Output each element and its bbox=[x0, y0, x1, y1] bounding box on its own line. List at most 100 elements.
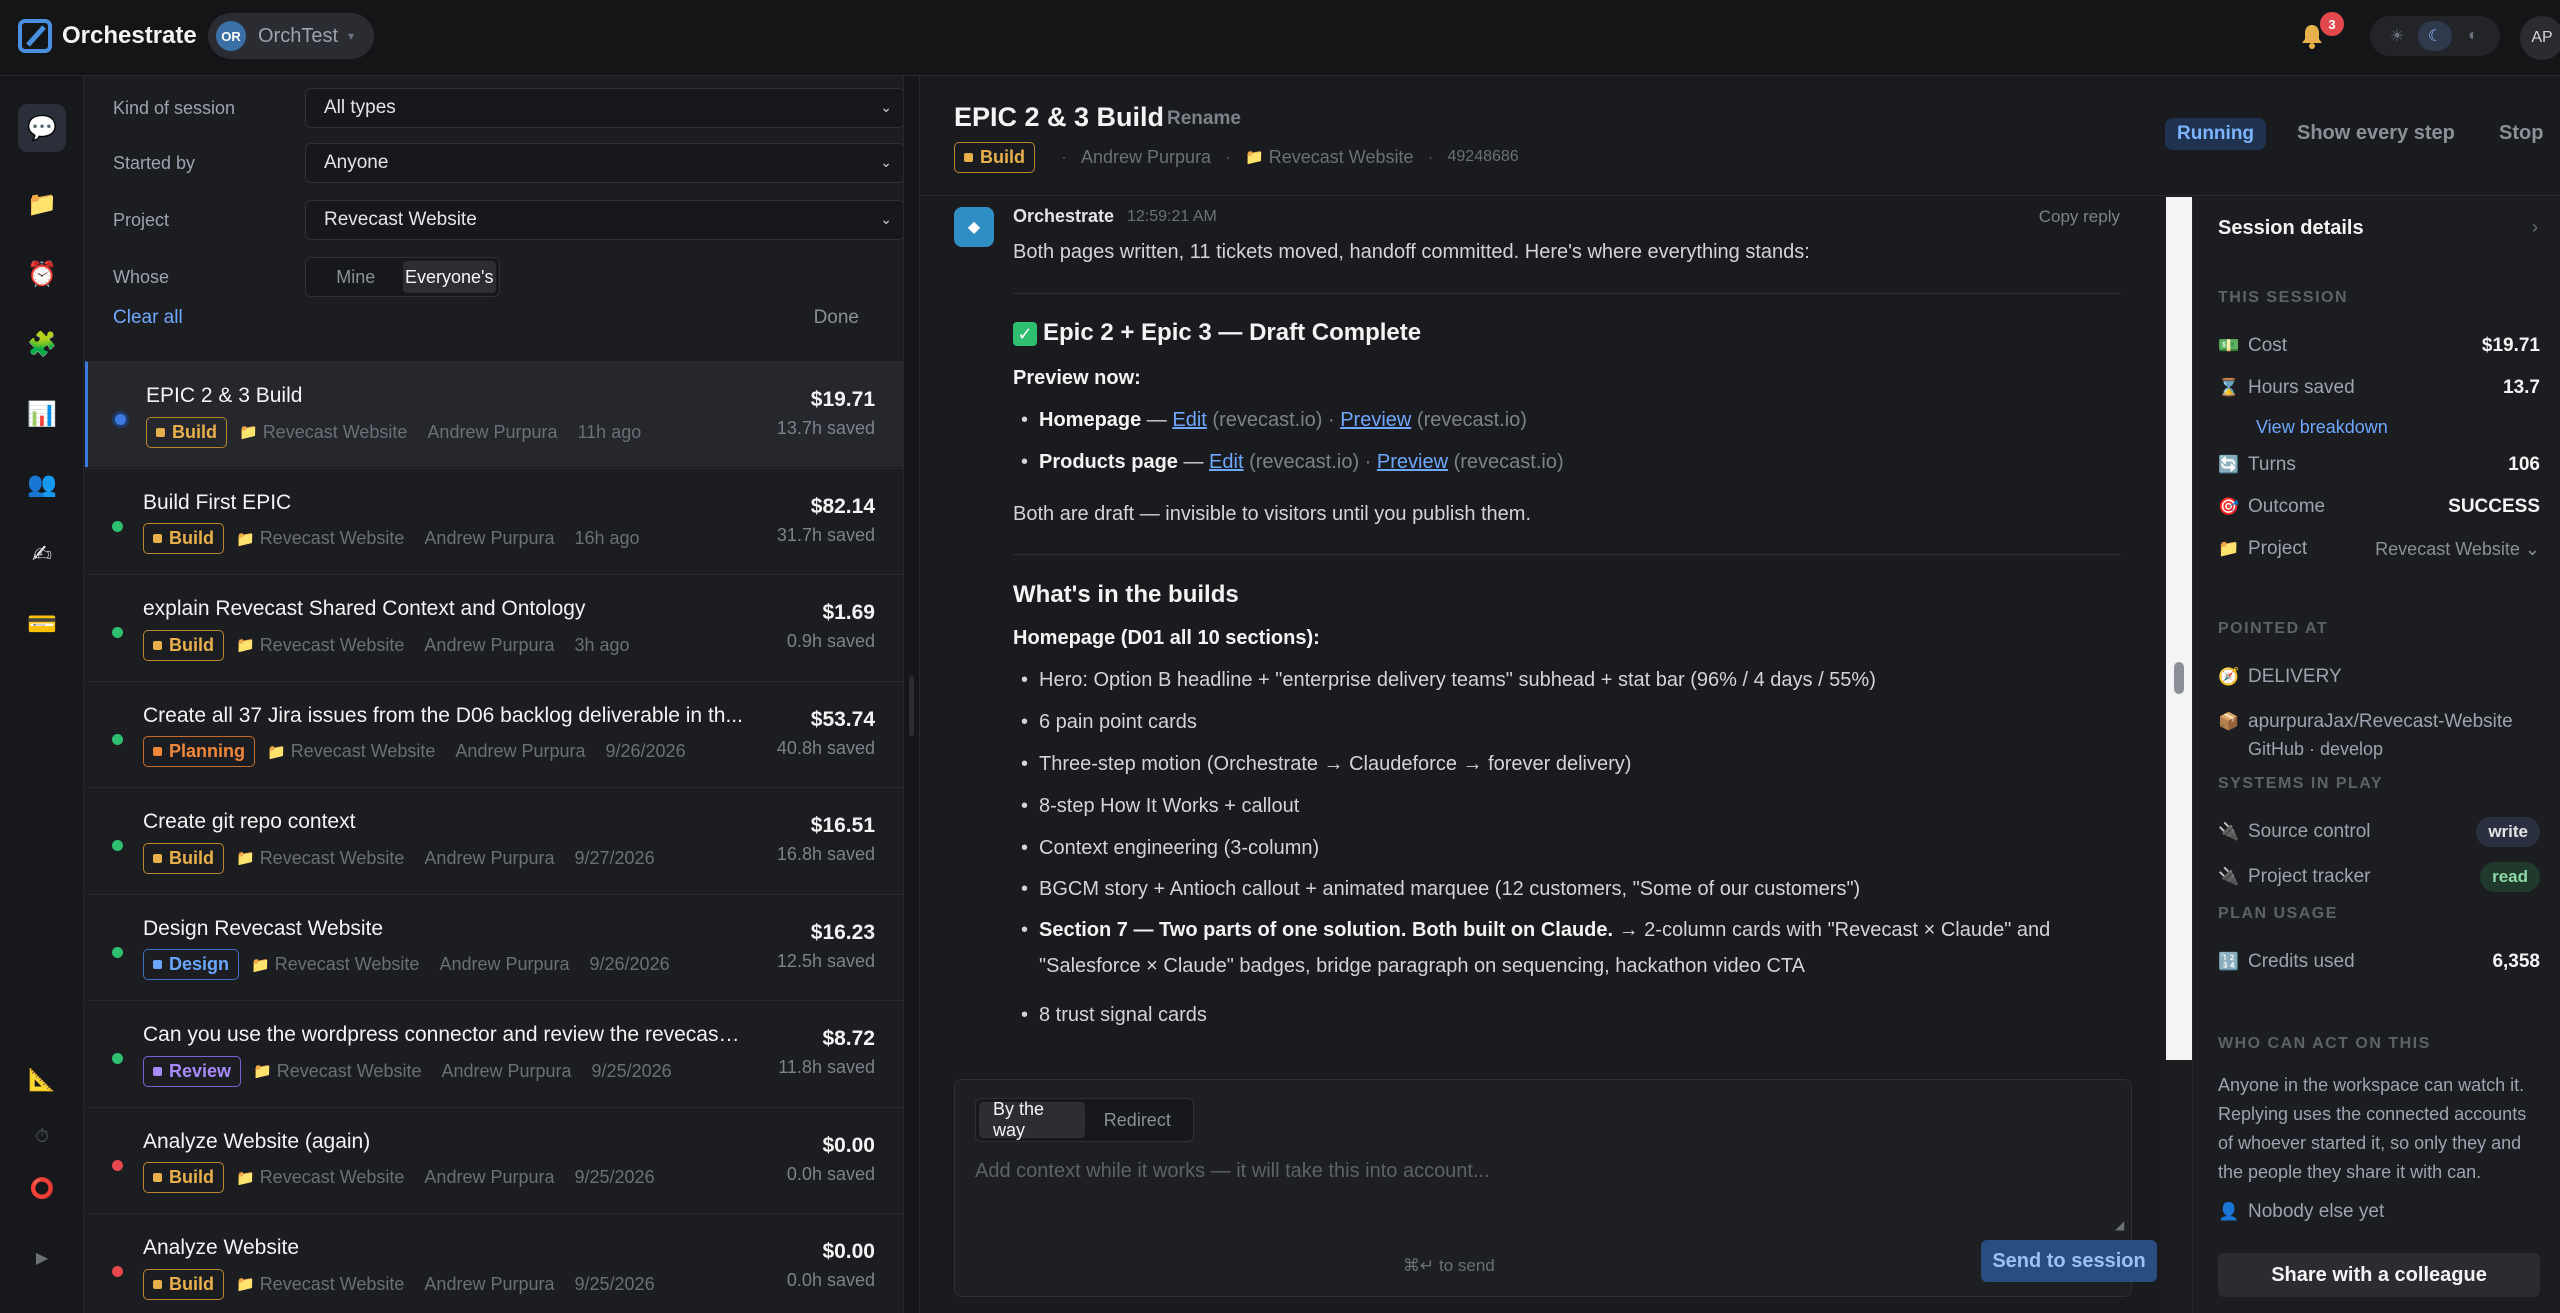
done-button[interactable]: Done bbox=[814, 307, 859, 329]
projects-folder-icon[interactable]: 📁 bbox=[18, 180, 66, 228]
meta-separator: · bbox=[1061, 146, 1067, 167]
chevron-down-icon: ⌄ bbox=[880, 99, 892, 115]
session-row-meta: Build 📁 Revecast Website Andrew Purpura 9/25… bbox=[143, 1162, 655, 1194]
session-type-label: Build bbox=[169, 634, 214, 655]
show-every-step-button[interactable]: Show every step bbox=[2297, 122, 2455, 145]
session-row-cost: $0.00 bbox=[822, 1133, 875, 1157]
help-lifebuoy-icon[interactable]: ⭕ bbox=[18, 1164, 66, 1212]
session-row[interactable]: Build First EPIC Build 📁 Revecast Website An… bbox=[85, 467, 903, 574]
chat-scrollbar-thumb[interactable] bbox=[2174, 662, 2184, 694]
session-row[interactable]: Can you use the wordpress connector and … bbox=[85, 1000, 903, 1106]
auto-theme-icon[interactable]: ◐ bbox=[2456, 21, 2490, 51]
section7-bold: Section 7 — Two parts of one solution. B… bbox=[1039, 919, 1614, 941]
delivery-row: 🧭 DELIVERY bbox=[2218, 662, 2540, 692]
session-row[interactable]: explain Revecast Shared Context and Onto… bbox=[85, 574, 903, 680]
chevron-right-icon[interactable]: › bbox=[2532, 217, 2538, 238]
view-breakdown-link[interactable]: View breakdown bbox=[2256, 417, 2388, 438]
session-main: EPIC 2 & 3 Build Rename Build · Andrew P… bbox=[921, 76, 2560, 1313]
session-row[interactable]: EPIC 2 & 3 Build Build 📁 Revecast Website An… bbox=[85, 361, 903, 467]
read-permission-badge: read bbox=[2480, 862, 2540, 892]
money-icon: 💵 bbox=[2218, 336, 2240, 355]
tag-square-icon bbox=[153, 1066, 162, 1076]
session-row-saved: 12.5h saved bbox=[776, 950, 875, 971]
session-row[interactable]: Design Revecast Website Design 📁 Revecast W… bbox=[85, 893, 903, 1000]
send-to-session-button[interactable]: Send to session bbox=[1981, 1240, 2157, 1282]
homepage-edit-link[interactable]: Edit bbox=[1172, 409, 1206, 431]
composer-input[interactable] bbox=[975, 1160, 2105, 1230]
homepage-preview-link[interactable]: Preview bbox=[1340, 409, 1411, 431]
splitter-grip[interactable] bbox=[909, 676, 914, 736]
status-dot bbox=[112, 840, 123, 851]
sessions-chat-icon[interactable]: 💬 bbox=[18, 104, 66, 152]
ruler-triangle-icon[interactable]: 📐 bbox=[18, 1056, 66, 1104]
schedules-clock-icon[interactable]: ⏰ bbox=[18, 250, 66, 298]
repo-branch: GitHub · develop bbox=[2248, 739, 2384, 759]
turns-value: 106 bbox=[2508, 454, 2540, 475]
project-select[interactable]: Revecast Website ⌄ bbox=[305, 200, 903, 240]
status-dot bbox=[112, 1053, 123, 1064]
products-preview-link[interactable]: Preview bbox=[1377, 451, 1448, 473]
whose-everyone-button[interactable]: Everyone's bbox=[402, 261, 496, 293]
session-row-meta: Build 📁 Revecast Website Andrew Purpura 9/25… bbox=[143, 1268, 655, 1300]
session-row[interactable]: Create all 37 Jira issues from the D06 b… bbox=[85, 680, 903, 787]
session-project[interactable]: Revecast Website bbox=[1269, 147, 1414, 168]
clear-all-link[interactable]: Clear all bbox=[113, 307, 183, 329]
chat-scrollbar-track[interactable] bbox=[2166, 197, 2192, 1060]
whose-mine-button[interactable]: Mine bbox=[309, 261, 403, 293]
analytics-chart-icon[interactable]: 📊 bbox=[18, 390, 66, 438]
session-row[interactable]: Analyze Website Build 📁 Revecast Website And… bbox=[85, 1213, 903, 1313]
products-edit-link[interactable]: Edit bbox=[1209, 451, 1243, 473]
panel-splitter[interactable] bbox=[903, 76, 920, 1313]
kind-select[interactable]: All types ⌄ bbox=[305, 88, 903, 128]
session-row[interactable]: Analyze Website (again) Build 📁 Revecast We… bbox=[85, 1106, 903, 1213]
session-row-owner: Andrew Purpura bbox=[424, 1273, 555, 1294]
resize-grip-icon[interactable]: ◢ bbox=[2115, 1218, 2124, 1232]
message-heading-builds: What's in the builds bbox=[1013, 581, 1239, 608]
homepage-bullet: Homepage — Edit (revecast.io) · Preview … bbox=[1021, 409, 1527, 432]
repo-row[interactable]: 📦 apurpuraJax/Revecast-Website bbox=[2218, 707, 2540, 737]
signatures-pen-icon[interactable]: ✍ bbox=[18, 530, 66, 578]
composer-mode-segmented: By the way Redirect bbox=[975, 1098, 1195, 1142]
app-title[interactable]: Orchestrate bbox=[62, 22, 197, 50]
orchestrate-logo-icon[interactable] bbox=[18, 19, 52, 53]
workspace-switcher[interactable]: OR OrchTest ▾ bbox=[208, 13, 374, 59]
domain-note: (revecast.io) bbox=[1453, 451, 1564, 473]
session-row-cost: $16.23 bbox=[810, 920, 875, 944]
project-select[interactable]: Revecast Website ⌄ bbox=[2375, 539, 2540, 560]
list-item: Hero: Option B headline + "enterprise de… bbox=[1021, 669, 1876, 692]
session-row-cost: $1.69 bbox=[822, 601, 875, 624]
dark-theme-icon[interactable]: ☾ bbox=[2418, 21, 2452, 51]
integrations-puzzle-icon[interactable]: 🧩 bbox=[18, 320, 66, 368]
expand-rail-icon[interactable]: ▶ bbox=[18, 1234, 66, 1282]
rename-button[interactable]: Rename bbox=[1167, 108, 1241, 130]
tag-square-icon bbox=[153, 640, 162, 650]
hours-value: 13.7 bbox=[2503, 377, 2540, 398]
session-row-project: Revecast Website bbox=[259, 1273, 405, 1294]
timer-icon[interactable]: ⏱ bbox=[18, 1112, 66, 1160]
team-users-icon[interactable]: 👥 bbox=[18, 460, 66, 508]
session-row[interactable]: Create git repo context Build 📁 Revecast We… bbox=[85, 787, 903, 893]
started-by-select[interactable]: Anyone ⌄ bbox=[305, 143, 903, 183]
status-dot bbox=[112, 733, 123, 745]
redirect-tab[interactable]: Redirect bbox=[1085, 1102, 1191, 1138]
by-the-way-tab[interactable]: By the way bbox=[979, 1099, 1085, 1140]
user-avatar[interactable]: AP bbox=[2520, 16, 2560, 60]
chat-transcript: ◆ Orchestrate 12:59:21 AM Copy reply Bot… bbox=[921, 197, 2166, 1060]
session-row-saved: 0.0h saved bbox=[786, 1270, 875, 1290]
share-with-colleague-button[interactable]: Share with a colleague bbox=[2218, 1253, 2540, 1297]
stop-button[interactable]: Stop bbox=[2499, 122, 2543, 145]
session-row-meta: Build 📁 Revecast Website Andrew Purpura 3h a… bbox=[143, 629, 630, 661]
session-row-meta: Build 📁 Revecast Website Andrew Purpura 9/27… bbox=[143, 842, 655, 874]
project-tracker-label: Project tracker bbox=[2248, 866, 2371, 887]
session-row-project: Revecast Website bbox=[262, 421, 408, 442]
billing-card-icon[interactable]: 💳 bbox=[18, 600, 66, 648]
copy-reply-button[interactable]: Copy reply bbox=[2039, 207, 2120, 227]
credits-icon: 🔢 bbox=[2218, 952, 2240, 971]
light-theme-icon[interactable]: ☀ bbox=[2380, 21, 2414, 51]
notification-count-badge: 3 bbox=[2320, 12, 2344, 36]
session-type-tag: Planning bbox=[143, 736, 255, 767]
delivery-icon: 🧭 bbox=[2218, 667, 2240, 686]
status-dot bbox=[112, 1266, 123, 1277]
tag-square-icon bbox=[153, 853, 162, 863]
folder-icon: 📁 bbox=[236, 530, 255, 548]
